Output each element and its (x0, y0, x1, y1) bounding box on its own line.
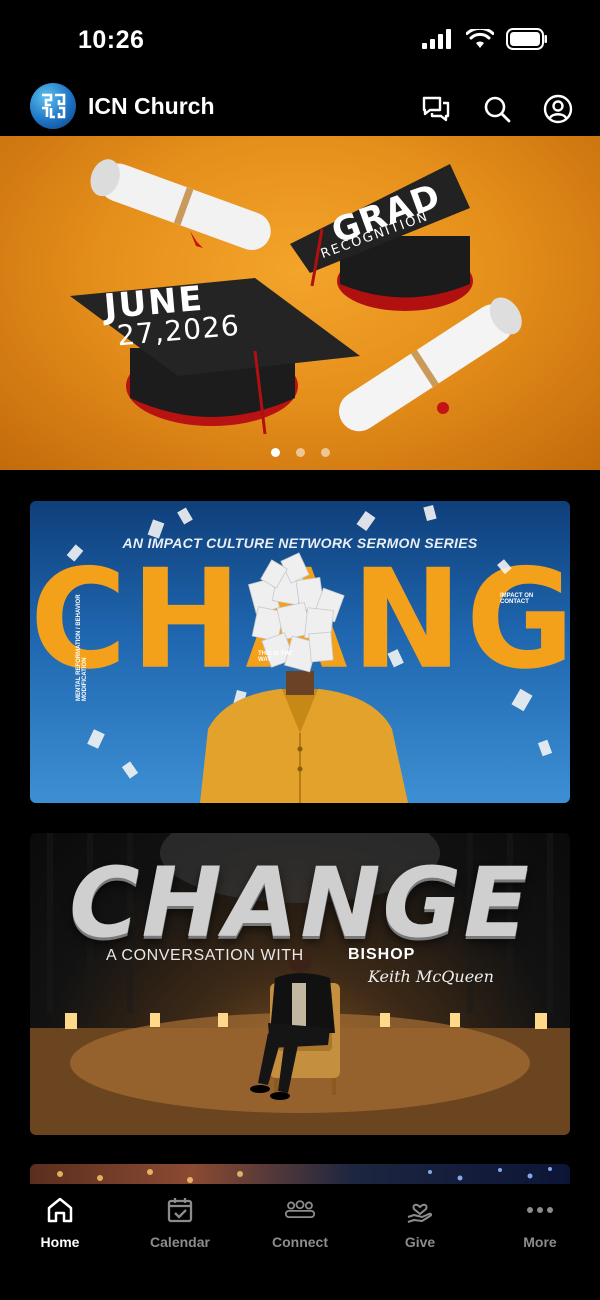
calendar-icon (164, 1194, 196, 1226)
header-actions (417, 90, 576, 127)
series-side-text-right: IMPACT ON CONTACT (500, 593, 534, 605)
carousel-dot-2[interactable] (295, 448, 305, 457)
search-icon (484, 96, 510, 122)
tab-calendar[interactable]: Calendar (120, 1184, 240, 1300)
tab-connect-label: Connect (272, 1234, 328, 1250)
paper-face-figure-image (66, 504, 553, 803)
messages-button[interactable] (417, 90, 454, 127)
tab-give[interactable]: Give (360, 1184, 480, 1300)
graduation-banner-image (70, 159, 522, 435)
tab-connect[interactable]: Connect (240, 1184, 360, 1300)
more-icon (524, 1194, 556, 1226)
carousel-dot-3[interactable] (320, 448, 330, 457)
tab-home-label: Home (40, 1234, 80, 1250)
people-icon (284, 1194, 316, 1226)
cellular-signal-icon (422, 29, 451, 49)
conversation-subtitle: A CONVERSATION WITH (106, 947, 304, 964)
status-icons (422, 28, 548, 50)
carousel-indicators (0, 448, 600, 457)
tab-more[interactable]: More (480, 1184, 600, 1300)
tab-calendar-label: Calendar (150, 1234, 210, 1250)
account-icon (543, 94, 572, 123)
profile-button[interactable] (539, 90, 576, 127)
status-bar: 10:26 (0, 0, 600, 80)
series-side-text-left: MENTAL REFORMATION / BEHAVIOR MODIFICATI… (76, 594, 88, 701)
conversation-title: CHANGE (69, 847, 531, 959)
bottom-tab-bar: Home Calendar Connect Give More (0, 1184, 600, 1300)
search-button[interactable] (478, 90, 515, 127)
tab-home[interactable]: Home (0, 1184, 120, 1300)
series-side-text-center: THIS IS THE WAY (258, 651, 293, 663)
carousel-dot-1[interactable] (270, 448, 280, 457)
wifi-icon (466, 29, 494, 48)
give-icon (404, 1194, 436, 1226)
church-logo[interactable] (30, 83, 76, 129)
hero-carousel[interactable]: JUNE 27,2026 GRAD RECOGNITION (0, 136, 600, 470)
app-header: ICN Church (0, 80, 600, 136)
icn-logo-icon (42, 93, 66, 119)
conversation-card[interactable]: CHANGE A CONVERSATION WITH BISHOP Keith … (30, 833, 570, 1135)
speaker-signature: Keith McQueen (368, 967, 494, 986)
battery-icon (506, 28, 547, 50)
tab-give-label: Give (404, 1234, 436, 1250)
sermon-series-card[interactable]: AN IMPACT CULTURE NETWORK SERMON SERIES … (30, 501, 570, 803)
status-time: 10:26 (78, 26, 145, 54)
speaker-title: BISHOP (348, 946, 416, 963)
chat-bubbles-icon (422, 96, 449, 121)
tab-more-label: More (523, 1234, 557, 1250)
home-icon (44, 1194, 76, 1226)
app-title: ICN Church (88, 93, 215, 119)
